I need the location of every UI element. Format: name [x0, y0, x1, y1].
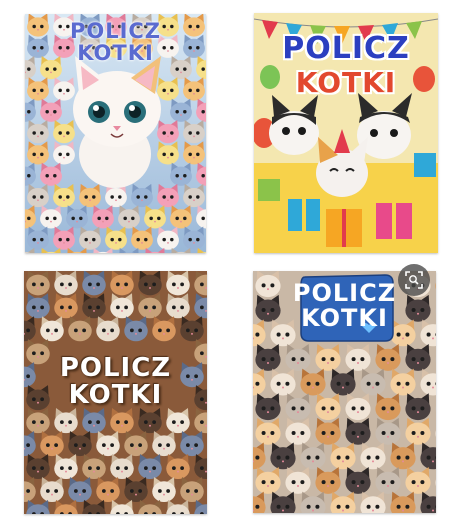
cover-3-illustration	[24, 271, 207, 514]
cover-1-illustration	[25, 14, 206, 253]
cover-image-3[interactable]: POLICZ KOTKI	[24, 271, 207, 514]
visual-search-button[interactable]	[398, 264, 430, 296]
cover-image-1[interactable]: POLICZ KOTKI	[25, 14, 206, 253]
cover-4-illustration	[253, 271, 436, 513]
visual-search-icon	[405, 271, 423, 289]
cover-image-2[interactable]: POLICZ KOTKI	[254, 13, 438, 253]
cover-image-4[interactable]: POLICZ KOTKI	[253, 271, 436, 513]
cover-2-illustration	[254, 13, 438, 253]
